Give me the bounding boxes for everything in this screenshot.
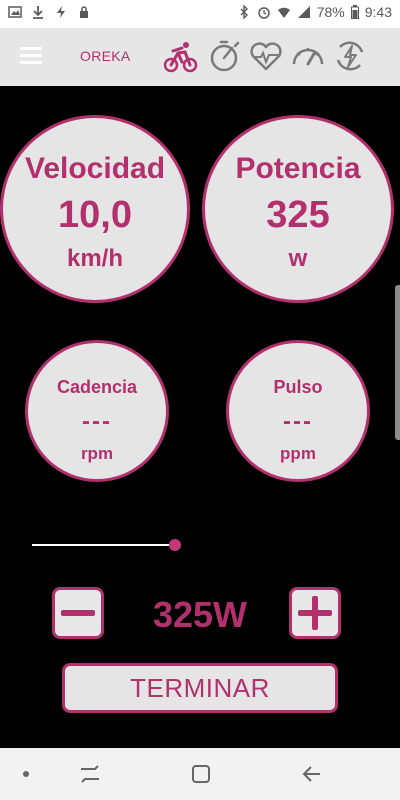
timer-icon[interactable] <box>206 38 242 74</box>
increase-button[interactable] <box>289 587 341 639</box>
velocidad-label: Velocidad <box>24 152 166 185</box>
app-title: OREKA <box>80 48 131 64</box>
alarm-icon <box>257 7 270 19</box>
cycling-icon[interactable] <box>162 38 198 74</box>
bolt-notification-icon <box>57 6 65 18</box>
cadencia-value: --- <box>82 408 112 435</box>
back-icon[interactable] <box>300 762 324 786</box>
velocidad-unit: km/h <box>66 245 123 272</box>
download-notification-icon <box>33 6 43 19</box>
potencia-label: Potencia <box>235 152 361 185</box>
scroll-indicator[interactable] <box>395 285 400 440</box>
app-bar: OREKA <box>0 28 400 86</box>
signal-icon <box>297 6 310 18</box>
recent-apps-icon[interactable] <box>78 762 102 786</box>
pulso-label: Pulso <box>273 377 323 397</box>
velocidad-value: 10,0 <box>58 194 132 236</box>
slider-track <box>32 544 175 546</box>
pulso-value: --- <box>283 408 313 435</box>
pulso-unit: ppm <box>280 444 316 463</box>
power-bolt-icon[interactable] <box>332 38 368 74</box>
velocidad-gauge: Velocidad 10,0 km/h <box>0 115 190 303</box>
lock-notification-icon <box>80 6 88 18</box>
gallery-notification-icon <box>8 6 22 18</box>
speedometer-icon[interactable] <box>290 38 326 74</box>
navigation-bar <box>0 748 400 800</box>
clock: 9:43 <box>364 4 392 20</box>
power-slider[interactable] <box>32 537 182 553</box>
cadencia-gauge: Cadencia --- rpm <box>25 340 169 482</box>
battery-icon <box>350 5 359 19</box>
wifi-icon <box>277 7 290 18</box>
decrease-button[interactable] <box>52 587 104 639</box>
pulso-gauge: Pulso --- ppm <box>226 340 370 482</box>
home-icon[interactable] <box>189 762 213 786</box>
plus-icon <box>298 596 332 630</box>
battery-percentage: 78% <box>316 4 345 20</box>
status-bar: 78% 9:43 <box>0 0 400 28</box>
menu-icon[interactable] <box>20 47 42 65</box>
heart-rate-icon[interactable] <box>248 38 284 74</box>
potencia-value: 325 <box>266 194 330 236</box>
slider-thumb[interactable] <box>169 539 181 551</box>
target-power-value: 325W <box>152 594 248 635</box>
minus-icon <box>61 610 95 616</box>
potencia-gauge: Potencia 325 w <box>202 115 394 303</box>
cadencia-label: Cadencia <box>56 377 138 397</box>
cadencia-unit: rpm <box>80 444 114 463</box>
terminar-button[interactable]: TERMINAR <box>62 663 338 713</box>
status-left-icons <box>8 5 91 19</box>
status-right-icons: 78% 9:43 <box>237 4 392 20</box>
dot-icon[interactable] <box>14 762 38 786</box>
potencia-unit: w <box>288 245 308 272</box>
bluetooth-icon <box>240 5 248 19</box>
